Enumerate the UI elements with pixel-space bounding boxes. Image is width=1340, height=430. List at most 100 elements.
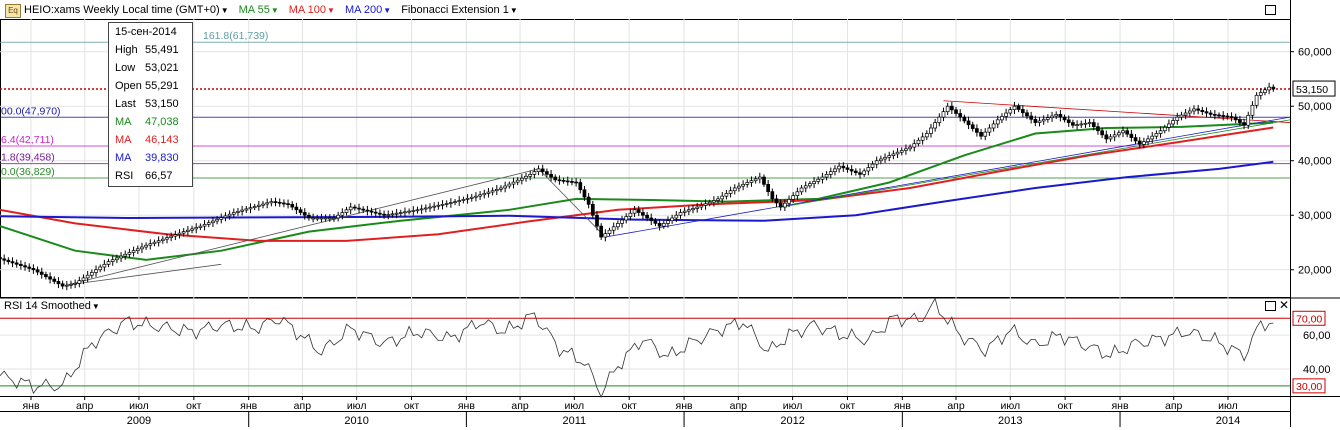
candle-body — [56, 281, 61, 285]
candle-body — [1217, 114, 1221, 117]
candle-body — [920, 136, 925, 141]
trendline — [66, 263, 222, 286]
candle-body — [661, 223, 666, 227]
candle-body — [365, 209, 370, 212]
price-tick-label: 20,000 — [1298, 265, 1332, 277]
candle-body — [361, 208, 366, 211]
candle-body — [165, 237, 169, 240]
candle-body — [1116, 132, 1121, 136]
month-label: июл — [1000, 400, 1020, 412]
info-ma2-label: MA — [115, 134, 132, 146]
candle-body — [657, 223, 662, 227]
candle-body — [603, 233, 608, 238]
candle-body — [1041, 118, 1046, 122]
candle-body — [933, 122, 937, 129]
candle-body — [757, 176, 762, 180]
candle-body — [870, 163, 875, 168]
candle-body — [453, 201, 457, 203]
candle-body — [152, 241, 157, 245]
candle-body — [728, 190, 733, 194]
candle-body — [837, 165, 841, 170]
candle-body — [419, 208, 424, 211]
candle-body — [1004, 112, 1008, 117]
candle-body — [1146, 138, 1150, 142]
candle-body — [1025, 112, 1029, 117]
candle-body — [883, 156, 887, 160]
equity-icon[interactable]: Eq — [5, 4, 21, 18]
dropdown-icon[interactable]: ▼ — [221, 6, 229, 15]
candle-body — [202, 224, 207, 227]
dropdown-icon[interactable]: ▼ — [327, 6, 335, 15]
trendline — [605, 116, 1291, 238]
candle-body — [895, 151, 900, 155]
candle-body — [1225, 115, 1230, 118]
ma200-legend[interactable]: MA 200▼ — [345, 4, 391, 16]
candle-body — [186, 229, 190, 232]
candle-body — [1112, 134, 1117, 138]
candle-body — [924, 133, 929, 138]
candle-body — [599, 225, 604, 238]
candle-body — [737, 185, 741, 189]
chart-canvas[interactable]: 161.8(61,739) 00.0(47,970) 6.4(42,711) 1.8(… — [0, 0, 1340, 427]
close-icon[interactable]: ✕ — [1279, 299, 1289, 311]
candle-body — [27, 266, 32, 269]
fib-level-label: 0.0(36,829) — [1, 166, 55, 178]
candle-body — [48, 276, 52, 280]
month-label: апр — [730, 400, 748, 412]
candle-body — [1087, 122, 1092, 124]
month-label: июл — [1218, 400, 1238, 412]
candle-body — [983, 131, 988, 137]
candle-body — [1083, 122, 1088, 125]
candle-body — [1171, 120, 1175, 125]
rsi-panel-title[interactable]: RSI 14 Smoothed▼ — [4, 300, 100, 312]
candle-body — [979, 132, 983, 137]
candle-body — [1213, 114, 1217, 116]
candle-body — [503, 185, 507, 189]
candle-body — [469, 196, 474, 199]
candle-body — [10, 261, 15, 264]
year-label: 2012 — [780, 415, 804, 427]
maximize-icon[interactable] — [1265, 5, 1276, 15]
month-label: окт — [186, 400, 202, 412]
candle-body — [194, 227, 199, 230]
candle-body — [1175, 116, 1180, 121]
candle-body — [6, 259, 11, 262]
candle-body — [582, 189, 587, 198]
ma55-legend[interactable]: MA 55▼ — [239, 4, 279, 16]
dropdown-icon[interactable]: ▼ — [92, 302, 100, 311]
candle-body — [570, 181, 574, 183]
candle-body — [1150, 135, 1155, 140]
candle-body — [954, 109, 958, 114]
candle-body — [574, 181, 578, 184]
candle-body — [966, 120, 971, 126]
rsi-upper-label: 70,00 — [1296, 313, 1322, 325]
candle-body — [227, 213, 232, 217]
candle-body — [1020, 109, 1025, 114]
candle-body — [632, 209, 637, 214]
candle-body — [1079, 123, 1084, 126]
candle-body — [565, 180, 570, 183]
candle-body — [1167, 123, 1171, 128]
candle-body — [156, 240, 161, 243]
candle-body — [949, 105, 954, 111]
month-label: июл — [783, 400, 803, 412]
info-ma1: 47,038 — [145, 116, 179, 128]
candle-body — [904, 148, 908, 151]
fib-level-label: 1.8(39,458) — [1, 152, 55, 164]
candle-body — [1000, 116, 1004, 121]
candle-body — [670, 217, 674, 222]
candle-body — [1187, 110, 1192, 114]
symbol-title[interactable]: HEIO:xams Weekly Local time (GMT+0)▼ — [24, 4, 229, 16]
dropdown-icon[interactable]: ▼ — [510, 6, 518, 15]
candle-body — [123, 253, 128, 257]
candle-body — [1062, 116, 1067, 121]
dropdown-icon[interactable]: ▼ — [383, 6, 391, 15]
ma100-legend[interactable]: MA 100▼ — [289, 4, 335, 16]
candle-body — [494, 188, 499, 192]
maximize-icon[interactable] — [1265, 301, 1276, 311]
month-label: окт — [840, 400, 856, 412]
candle-body — [64, 284, 69, 287]
dropdown-icon[interactable]: ▼ — [271, 6, 279, 15]
candle-body — [307, 214, 311, 219]
fibonacci-legend[interactable]: Fibonacci Extension 1▼ — [401, 4, 518, 16]
